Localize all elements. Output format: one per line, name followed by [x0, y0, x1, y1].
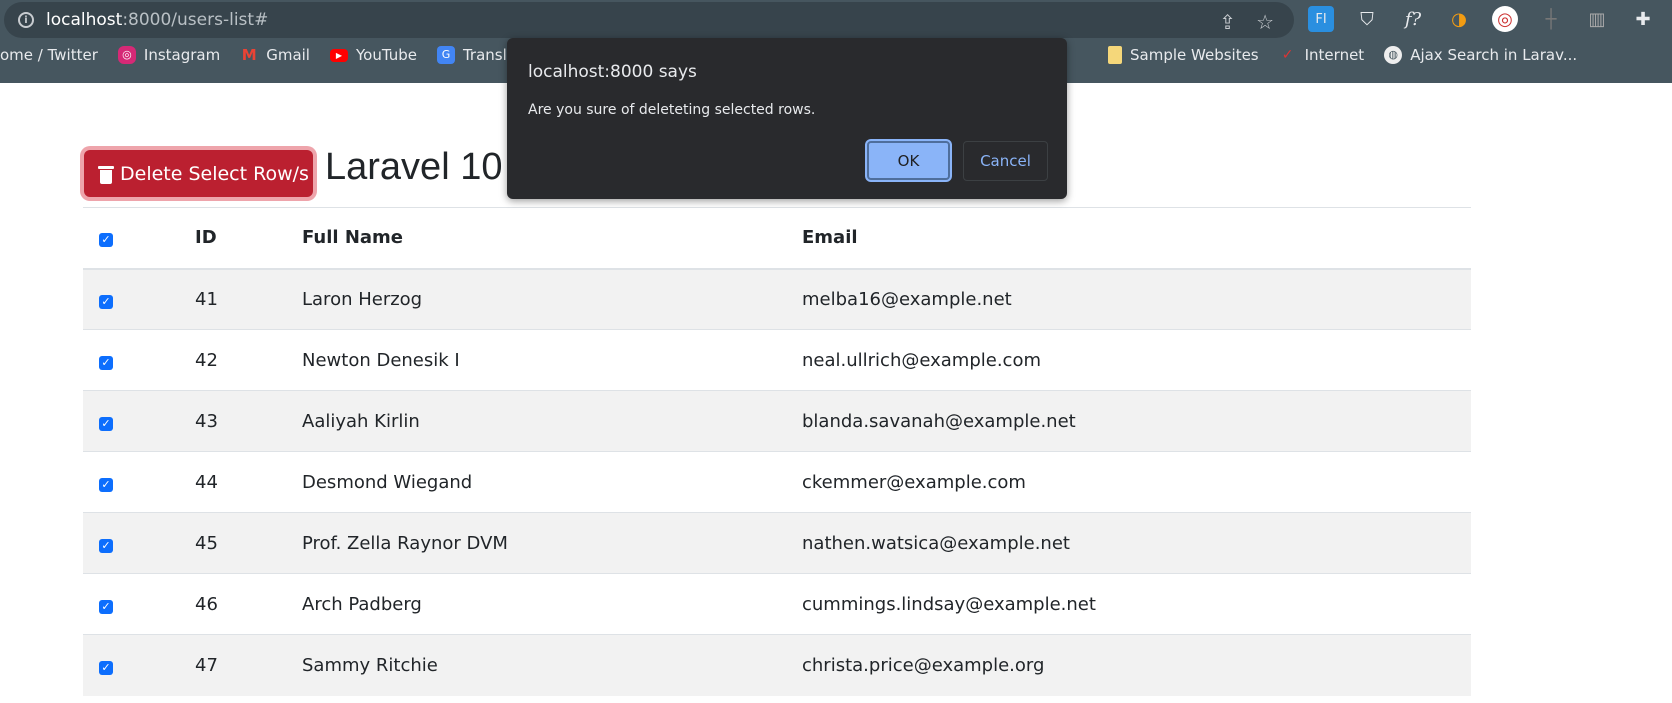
row-checkbox[interactable]: ✓ [99, 477, 113, 492]
bookmark-instagram[interactable]: ◎ Instagram [117, 46, 221, 64]
row-checkbox[interactable]: ✓ [99, 355, 113, 370]
row-checkbox[interactable]: ✓ [99, 538, 113, 553]
bookmark-sample-websites[interactable]: Sample Websites [1108, 46, 1259, 64]
row-select-cell: ✓ [83, 390, 195, 452]
table-row: ✓ 42 Newton Denesik I neal.ullrich@examp… [83, 329, 1471, 391]
url-path: :8000/users-list# [122, 10, 269, 30]
globe-icon: ◍ [1384, 46, 1403, 64]
bookmark-gmail[interactable]: M Gmail [240, 46, 310, 64]
row-select-cell: ✓ [83, 268, 195, 330]
bookmark-label: ome / Twitter [0, 46, 98, 64]
translate-icon: G [436, 46, 455, 64]
extensions-bar: FI ⛉ f? ◑ ◎ ┼ ▥ ✚ ▯ [1308, 6, 1672, 32]
header-full-name: Full Name [302, 207, 802, 270]
cell-email: blanda.savanah@example.net [802, 390, 1471, 452]
row-checkbox[interactable]: ✓ [99, 416, 113, 431]
share-icon[interactable]: ⇪ [1219, 10, 1236, 34]
row-select-cell: ✓ [83, 512, 195, 574]
cell-id: 46 [195, 573, 302, 635]
bookmark-label: Ajax Search in Larav... [1410, 46, 1578, 64]
select-all-cell: ✓ [83, 207, 195, 270]
cell-id: 45 [195, 512, 302, 574]
extension-font-icon[interactable]: f? [1400, 6, 1426, 32]
table-row: ✓ 44 Desmond Wiegand ckemmer@example.com [83, 451, 1471, 513]
cell-email: cummings.lindsay@example.net [802, 573, 1471, 635]
bookmark-label: Sample Websites [1130, 46, 1259, 64]
trash-icon [98, 164, 114, 184]
row-select-cell: ✓ [83, 634, 195, 696]
cancel-button[interactable]: Cancel [963, 141, 1048, 181]
cell-id: 42 [195, 329, 302, 391]
select-all-checkbox[interactable]: ✓ [99, 233, 113, 248]
header-email: Email [802, 207, 1471, 270]
users-table: ✓ ID Full Name Email ✓ 41 Laron Herzog m… [83, 207, 1471, 696]
folder-icon [1108, 46, 1122, 64]
extension-red-icon[interactable]: ◎ [1492, 6, 1518, 32]
bookmark-label: Instagram [143, 46, 221, 64]
bookmark-youtube[interactable]: ▶ YouTube [329, 46, 417, 64]
cell-full-name: Aaliyah Kirlin [302, 390, 802, 452]
gmail-icon: M [241, 46, 257, 64]
row-checkbox[interactable]: ✓ [99, 294, 113, 309]
table-row: ✓ 41 Laron Herzog melba16@example.net [83, 268, 1471, 330]
cell-id: 47 [195, 634, 302, 696]
extension-shield-icon[interactable]: ⛉ [1354, 6, 1380, 32]
cell-full-name: Desmond Wiegand [302, 451, 802, 513]
cell-full-name: Sammy Ritchie [302, 634, 802, 696]
cell-email: nathen.watsica@example.net [802, 512, 1471, 574]
delete-selected-button[interactable]: Delete Select Row/s [84, 150, 313, 197]
table-row: ✓ 43 Aaliyah Kirlin blanda.savanah@examp… [83, 390, 1471, 452]
extension-ruler-icon[interactable]: ┼ [1538, 6, 1564, 32]
cell-email: neal.ullrich@example.com [802, 329, 1471, 391]
bookmark-label: Internet [1304, 46, 1365, 64]
cell-full-name: Newton Denesik I [302, 329, 802, 391]
cell-id: 44 [195, 451, 302, 513]
header-id: ID [195, 207, 302, 270]
extension-s-icon[interactable]: ◑ [1446, 6, 1472, 32]
instagram-icon: ◎ [117, 46, 136, 64]
site-info-icon[interactable]: i [18, 12, 34, 28]
bookmark-twitter[interactable]: ome / Twitter [0, 46, 98, 64]
row-select-cell: ✓ [83, 329, 195, 391]
bookmark-star-icon[interactable]: ☆ [1256, 10, 1274, 34]
bookmarks-bar-right: Sample Websites ✓ Internet ◍ Ajax Search i… [1108, 46, 1597, 64]
row-select-cell: ✓ [83, 573, 195, 635]
checkbox-icon: ✓ [1281, 47, 1294, 63]
bookmarks-bar: ome / Twitter ◎ Instagram M Gmail ▶ YouTube… [0, 46, 551, 64]
table-row: ✓ 46 Arch Padberg cummings.lindsay@examp… [83, 573, 1471, 635]
cell-email: melba16@example.net [802, 268, 1471, 330]
row-select-cell: ✓ [83, 451, 195, 513]
delete-button-label: Delete Select Row/s [120, 162, 309, 185]
puzzle-icon[interactable]: ✚ [1630, 6, 1656, 32]
bookmark-ajax-search[interactable]: ◍ Ajax Search in Larav... [1384, 46, 1577, 64]
bookmark-label: YouTube [355, 46, 417, 64]
cell-full-name: Laron Herzog [302, 268, 802, 330]
cell-id: 41 [195, 268, 302, 330]
confirm-dialog: localhost:8000 says Are you sure of dele… [507, 38, 1067, 199]
dialog-title: localhost:8000 says [528, 62, 697, 82]
youtube-icon: ▶ [329, 48, 348, 62]
page-title: Laravel 10 [325, 146, 503, 188]
ok-button[interactable]: OK [867, 141, 950, 180]
table-row: ✓ 47 Sammy Ritchie christa.price@example… [83, 634, 1471, 696]
address-bar[interactable]: i localhost:8000/users-list# ⇪ ☆ [4, 2, 1294, 38]
table-row: ✓ 45 Prof. Zella Raynor DVM nathen.watsi… [83, 512, 1471, 574]
cell-full-name: Prof. Zella Raynor DVM [302, 512, 802, 574]
row-checkbox[interactable]: ✓ [99, 599, 113, 614]
extension-fi-icon[interactable]: FI [1308, 6, 1334, 32]
url-host: localhost [46, 10, 123, 30]
bookmark-label: Gmail [266, 46, 310, 64]
reading-list-icon[interactable]: ▥ [1584, 6, 1610, 32]
bookmark-internet[interactable]: ✓ Internet [1279, 46, 1365, 64]
cell-id: 43 [195, 390, 302, 452]
row-checkbox[interactable]: ✓ [99, 660, 113, 675]
cell-full-name: Arch Padberg [302, 573, 802, 635]
cell-email: christa.price@example.org [802, 634, 1471, 696]
table-header-row: ✓ ID Full Name Email [83, 207, 1471, 270]
dialog-message: Are you sure of deleteting selected rows… [528, 102, 816, 118]
cell-email: ckemmer@example.com [802, 451, 1471, 513]
